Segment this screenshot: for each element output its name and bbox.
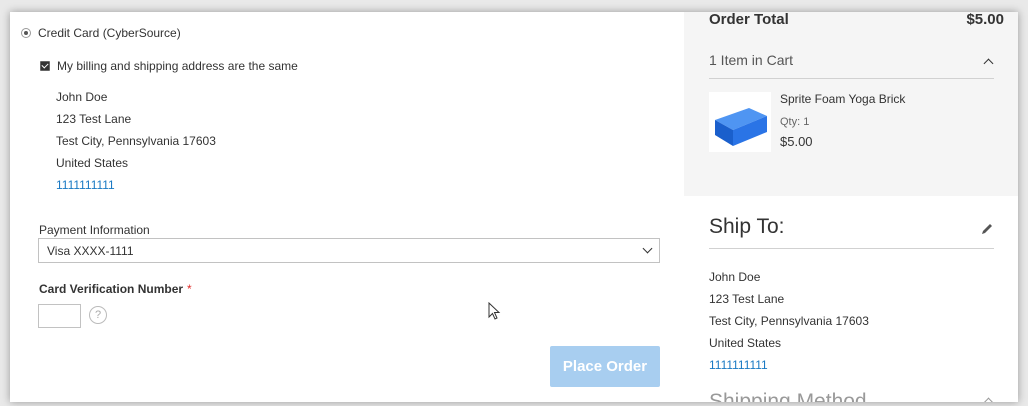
product-image [709, 92, 771, 152]
billing-city: Test City, Pennsylvania 17603 [56, 134, 216, 148]
billing-country: United States [56, 156, 129, 170]
chevron-down-icon [642, 243, 653, 254]
cvn-label-text: Card Verification Number [39, 282, 184, 296]
order-summary: Order Total $5.00 1 Item in Cart Sprite … [684, 12, 1018, 196]
ship-phone-link[interactable]: 1111111111 [709, 354, 869, 376]
order-total-label: Order Total [709, 12, 789, 28]
ship-city: Test City, Pennsylvania 17603 [709, 314, 869, 328]
ship-to-divider [709, 248, 994, 249]
same-address-label: My billing and shipping address are the … [57, 59, 298, 73]
payment-information-label: Payment Information [39, 223, 150, 237]
product-name: Sprite Foam Yoga Brick [780, 92, 906, 106]
same-address-checkbox[interactable] [40, 61, 50, 71]
ship-name: John Doe [709, 270, 761, 284]
place-order-button[interactable]: Place Order [550, 346, 660, 387]
payment-method-label: Credit Card (CyberSource) [38, 26, 181, 40]
checkout-frame: Credit Card (CyberSource) My billing and… [10, 12, 1018, 402]
product-price: $5.00 [780, 134, 813, 149]
billing-name: John Doe [56, 90, 108, 104]
ship-country: United States [709, 336, 782, 350]
billing-address: John Doe 123 Test Lane Test City, Pennsy… [56, 86, 216, 196]
cvn-label: Card Verification Number * [39, 282, 192, 296]
billing-street: 123 Test Lane [56, 112, 132, 126]
help-icon[interactable]: ? [89, 306, 107, 324]
ship-street: 123 Test Lane [709, 292, 785, 306]
pencil-icon[interactable] [980, 222, 994, 236]
order-total-value: $5.00 [966, 12, 1004, 28]
cvn-input[interactable] [38, 304, 81, 328]
payment-section: Credit Card (CyberSource) My billing and… [10, 12, 682, 402]
summary-divider [709, 78, 994, 79]
chevron-up-icon[interactable] [983, 397, 994, 402]
product-qty: Qty: 1 [780, 116, 810, 128]
items-in-cart-toggle[interactable]: 1 Item in Cart [709, 52, 793, 68]
mouse-cursor-icon [488, 302, 501, 320]
billing-phone-link[interactable]: 1111111111 [56, 174, 216, 196]
order-sidebar: Order Total $5.00 1 Item in Cart Sprite … [684, 12, 1018, 402]
saved-card-value: Visa XXXX-1111 [47, 243, 134, 258]
ship-to-title: Ship To: [709, 215, 785, 238]
shipping-method-title: Shipping Method [709, 390, 867, 402]
yoga-brick-icon [715, 108, 767, 146]
same-address-option[interactable]: My billing and shipping address are the … [40, 59, 298, 73]
required-marker: * [187, 282, 192, 296]
shipping-address: John Doe 123 Test Lane Test City, Pennsy… [709, 266, 869, 376]
payment-method-radio[interactable] [21, 28, 31, 38]
payment-method-option[interactable]: Credit Card (CyberSource) [21, 26, 181, 40]
saved-card-select[interactable]: Visa XXXX-1111 [38, 238, 660, 263]
chevron-up-icon[interactable] [983, 58, 994, 69]
